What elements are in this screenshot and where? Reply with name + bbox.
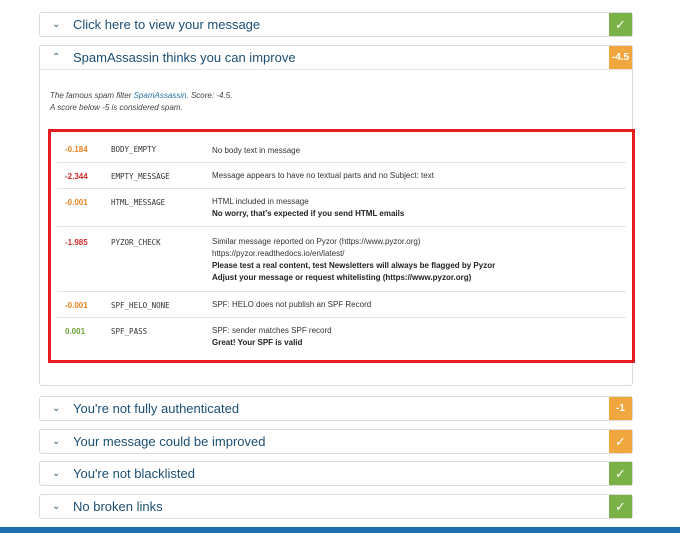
panel-title: SpamAssassin thinks you can improve (73, 50, 296, 65)
intro-line-2: A score below -5 is considered spam. (50, 103, 183, 112)
spam-intro: The famous spam filter SpamAssassin. Sco… (50, 90, 232, 114)
panel-blacklist: ⌄ You're not blacklisted ✓ (39, 461, 633, 486)
rule-desc-line: Similar message reported on Pyzor (https… (212, 237, 421, 246)
panel-view-message: ⌄ Click here to view your message ✓ (39, 12, 633, 37)
check-icon: ✓ (609, 430, 632, 453)
rule-desc-line: SPF: sender matches SPF record (212, 326, 332, 335)
chevron-down-icon: ⌄ (52, 435, 61, 447)
panel-header-spamassassin[interactable]: ⌃ SpamAssassin thinks you can improve -4… (40, 46, 632, 69)
panel-title: Click here to view your message (73, 17, 261, 32)
rule-desc-line: SPF: HELO does not publish an SPF Record (212, 300, 372, 309)
check-icon: ✓ (609, 13, 632, 36)
panel-header-authentication[interactable]: ⌄ You're not fully authenticated -1 (40, 397, 632, 420)
rule-name: SPF_PASS (111, 327, 148, 336)
chevron-down-icon: ⌄ (52, 402, 61, 414)
rule-name: SPF_HELO_NONE (111, 301, 170, 310)
rule-advice-line: Adjust your message or request whitelist… (212, 273, 472, 282)
rule-name: PYZOR_CHECK (111, 238, 161, 247)
rule-description: Message appears to have no textual parts… (212, 170, 434, 182)
rule-description: HTML included in message No worry, that'… (212, 196, 404, 220)
rule-score: -1.985 (65, 238, 88, 247)
spamassassin-link[interactable]: SpamAssassin (134, 91, 187, 100)
intro-score-text: . Score: -4.5. (186, 91, 233, 100)
rule-description: No body text in message (212, 145, 300, 157)
panel-header-could-be-improved[interactable]: ⌄ Your message could be improved ✓ (40, 430, 632, 453)
check-icon: ✓ (609, 495, 632, 518)
rule-description: SPF: sender matches SPF record Great! Yo… (212, 325, 332, 349)
panel-title: No broken links (73, 499, 163, 514)
rule-score: -0.001 (65, 198, 88, 207)
header-divider (40, 69, 632, 70)
rule-score: 0.001 (65, 327, 86, 336)
panel-header-broken-links[interactable]: ⌄ No broken links ✓ (40, 495, 632, 518)
rule-name: BODY_EMPTY (111, 145, 157, 154)
chevron-down-icon: ⌄ (52, 500, 61, 512)
rule-row: 0.001 SPF_PASS SPF: sender matches SPF r… (57, 317, 626, 356)
rule-advice-line: No worry, that's expected if you send HT… (212, 209, 405, 218)
rule-advice-line: Please test a real content, test Newslet… (212, 261, 496, 270)
rule-description: Similar message reported on Pyzor (https… (212, 236, 495, 284)
rule-row: -2.344 EMPTY_MESSAGE Message appears to … (57, 162, 626, 189)
score-badge: -4.5 (609, 46, 632, 69)
rules-highlight-box: -0.184 BODY_EMPTY No body text in messag… (48, 129, 635, 363)
panel-title: You're not fully authenticated (73, 401, 240, 416)
rule-desc-line: Message appears to have no textual parts… (212, 171, 434, 180)
rule-score: -0.001 (65, 301, 88, 310)
rule-advice-line: Great! Your SPF is valid (212, 338, 303, 347)
score-badge: -1 (609, 397, 632, 420)
chevron-down-icon: ⌄ (52, 467, 61, 479)
rule-row: -1.985 PYZOR_CHECK Similar message repor… (57, 226, 626, 292)
rule-desc-line: https://pyzor.readthedocs.io/en/latest/ (212, 249, 345, 258)
panel-authentication: ⌄ You're not fully authenticated -1 (39, 396, 633, 421)
footer-bar (0, 527, 680, 533)
rule-desc-line: HTML included in message (212, 197, 309, 206)
panel-header-view-message[interactable]: ⌄ Click here to view your message ✓ (40, 13, 632, 36)
rule-name: EMPTY_MESSAGE (111, 172, 170, 181)
rule-row: -0.001 SPF_HELO_NONE SPF: HELO does not … (57, 291, 626, 318)
panel-spamassassin: ⌃ SpamAssassin thinks you can improve -4… (39, 45, 635, 386)
chevron-down-icon: ⌄ (52, 18, 61, 30)
check-icon: ✓ (609, 462, 632, 485)
intro-line-1: The famous spam filter SpamAssassin. Sco… (50, 90, 232, 102)
rule-description: SPF: HELO does not publish an SPF Record (212, 299, 371, 311)
rule-score: -0.184 (65, 145, 88, 154)
rule-score: -2.344 (65, 172, 88, 181)
intro-text: The famous spam filter (50, 91, 134, 100)
chevron-up-icon: ⌃ (52, 51, 61, 63)
panel-header-blacklist[interactable]: ⌄ You're not blacklisted ✓ (40, 462, 632, 485)
rule-row: -0.001 HTML_MESSAGE HTML included in mes… (57, 188, 626, 227)
panel-could-be-improved: ⌄ Your message could be improved ✓ (39, 429, 633, 454)
panel-title: Your message could be improved (73, 434, 266, 449)
rule-desc-line: No body text in message (212, 146, 301, 155)
rule-name: HTML_MESSAGE (111, 198, 166, 207)
panel-broken-links: ⌄ No broken links ✓ (39, 494, 633, 519)
panel-title: You're not blacklisted (73, 466, 195, 481)
